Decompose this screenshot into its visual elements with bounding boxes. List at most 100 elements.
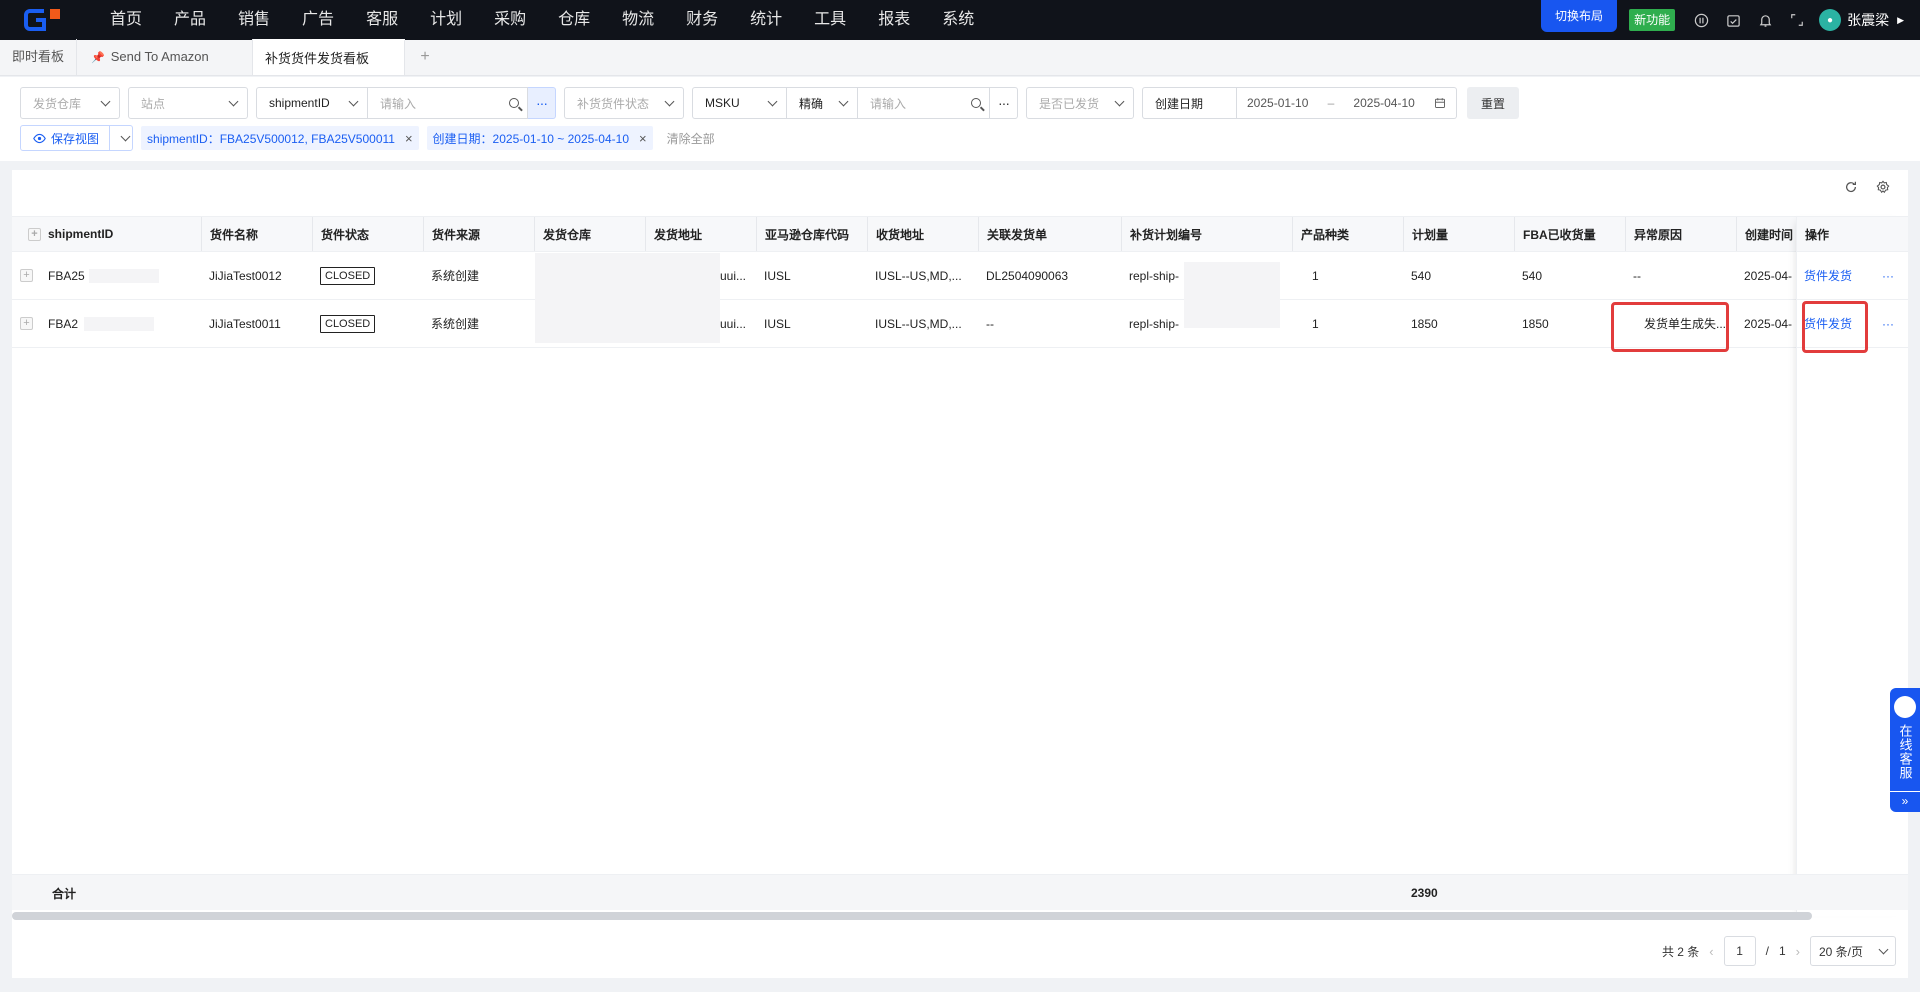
save-view-main[interactable]: 保存视图: [21, 126, 111, 150]
header-status[interactable]: 货件状态: [312, 217, 423, 251]
tab-instant-board[interactable]: 即时看板: [0, 39, 78, 75]
horizontal-scrollbar[interactable]: [12, 912, 1812, 920]
match-mode-label: 精确: [799, 96, 824, 111]
header-received[interactable]: FBA已收货量: [1514, 217, 1625, 251]
more-options-button[interactable]: ···: [990, 87, 1018, 119]
nav-reports[interactable]: 报表: [862, 0, 926, 40]
expand-row-icon[interactable]: +: [20, 317, 33, 330]
cell-exception: --: [1633, 268, 1641, 283]
more-actions-icon[interactable]: ···: [1882, 317, 1894, 331]
date-range-picker[interactable]: 2025-01-10 – 2025-04-10: [1237, 87, 1457, 119]
match-mode-select[interactable]: 精确: [787, 87, 858, 119]
cell-status: CLOSED: [312, 300, 423, 347]
warehouse-select[interactable]: 发货仓库: [20, 87, 120, 119]
nav-purchase[interactable]: 采购: [478, 0, 542, 40]
nav-home[interactable]: 首页: [94, 0, 158, 40]
shipped-select[interactable]: 是否已发货: [1026, 87, 1134, 119]
status-badge: CLOSED: [320, 266, 376, 285]
nav-warehouse[interactable]: 仓库: [542, 0, 606, 40]
chevron-down-icon: [1114, 96, 1125, 106]
warehouse-placeholder: 发货仓库: [33, 96, 82, 111]
nav-service[interactable]: 客服: [350, 0, 414, 40]
cell-sku-types: 1: [1312, 316, 1319, 331]
date-from: 2025-01-10: [1247, 96, 1309, 110]
header-created[interactable]: 创建时间: [1736, 217, 1796, 251]
cell-plan-no[interactable]: repl-ship-: [1121, 252, 1191, 299]
close-icon[interactable]: ×: [639, 131, 647, 146]
cell-sku-types: 1: [1312, 268, 1319, 283]
msku-field-select[interactable]: MSKU: [692, 87, 787, 119]
nav-statistics[interactable]: 统计: [734, 0, 798, 40]
more-actions-icon[interactable]: ···: [1882, 269, 1894, 283]
status-select[interactable]: 补货货件状态: [564, 87, 684, 119]
header-plan-no[interactable]: 补货计划编号: [1121, 217, 1292, 251]
search-icon: [971, 98, 981, 108]
msku-search-input[interactable]: 请输入: [858, 87, 990, 119]
site-select[interactable]: 站点: [128, 87, 248, 119]
collapse-icon[interactable]: »: [1890, 791, 1920, 808]
header-ship-to[interactable]: 收货地址: [867, 217, 978, 251]
next-page-icon[interactable]: ›: [1796, 944, 1800, 959]
expand-row-icon[interactable]: +: [20, 269, 33, 282]
calendar-check-icon[interactable]: [1717, 0, 1749, 40]
nav-logistics[interactable]: 物流: [606, 0, 670, 40]
header-sku-types[interactable]: 产品种类: [1292, 217, 1403, 251]
cell-plan-no[interactable]: repl-ship-: [1121, 300, 1191, 347]
header-source[interactable]: 货件来源: [423, 217, 534, 251]
nav-sales[interactable]: 销售: [222, 0, 286, 40]
fullscreen-icon[interactable]: [1781, 0, 1813, 40]
redacted-block: [88, 268, 159, 283]
service-label: 在线客服: [1897, 724, 1913, 780]
save-view-button[interactable]: 保存视图: [20, 125, 134, 151]
tab-replenish-board[interactable]: 补货货件发货看板: [253, 39, 406, 75]
date-field-select[interactable]: 创建日期: [1142, 87, 1237, 119]
main-menu: 首页 产品 销售 广告 客服 计划 采购 仓库 物流 财务 统计 工具 报表 系…: [94, 0, 990, 40]
close-icon[interactable]: ×: [405, 131, 413, 146]
current-page-input[interactable]: 1: [1723, 936, 1756, 966]
header-fc-code[interactable]: 亚马逊仓库代码: [756, 217, 867, 251]
nav-ads[interactable]: 广告: [286, 0, 350, 40]
new-feature-badge[interactable]: 新功能: [1629, 9, 1676, 31]
app-logo[interactable]: [14, 0, 74, 40]
table-panel: + shipmentID 货件名称 货件状态 货件来源 发货仓库 发货地址 亚马…: [12, 170, 1908, 978]
nav-plan[interactable]: 计划: [414, 0, 478, 40]
user-menu[interactable]: ● 张震梁 ▶: [1819, 9, 1904, 31]
shipment-field-select[interactable]: shipmentID: [256, 87, 368, 119]
header-exception[interactable]: 异常原因: [1625, 217, 1736, 251]
nav-product[interactable]: 产品: [158, 0, 222, 40]
ship-shipment-link[interactable]: 货件发货: [1804, 267, 1852, 284]
nav-finance[interactable]: 财务: [670, 0, 734, 40]
pause-circle-icon[interactable]: [1685, 0, 1717, 40]
chevron-down-icon: [120, 131, 130, 141]
header-warehouse[interactable]: 发货仓库: [534, 217, 645, 251]
clear-all-link[interactable]: 清除全部: [667, 130, 715, 147]
nav-tools[interactable]: 工具: [798, 0, 862, 40]
table-toolbar: [1844, 180, 1890, 194]
bell-icon[interactable]: [1749, 0, 1781, 40]
header-name[interactable]: 货件名称: [201, 217, 312, 251]
refresh-icon[interactable]: [1844, 180, 1858, 194]
cell-related-order[interactable]: DL2504090063: [978, 252, 1121, 299]
header-shipment-id[interactable]: shipmentID: [40, 217, 164, 251]
header-address[interactable]: 发货地址: [645, 217, 756, 251]
header-planned[interactable]: 计划量: [1403, 217, 1514, 251]
prev-page-icon[interactable]: ‹: [1709, 944, 1713, 959]
more-options-button[interactable]: ···: [528, 87, 556, 119]
nav-system[interactable]: 系统: [926, 0, 990, 40]
online-service-widget[interactable]: 在线客服 »: [1890, 688, 1920, 812]
header-related-order[interactable]: 关联发货单: [978, 217, 1121, 251]
reset-button[interactable]: 重置: [1467, 87, 1520, 119]
shipment-search-input[interactable]: 请输入: [368, 87, 528, 119]
cell-shipment-id[interactable]: FBA25: [40, 252, 180, 299]
add-tab-button[interactable]: +: [405, 39, 445, 75]
tab-send-to-amazon[interactable]: 📌 Send To Amazon: [77, 39, 254, 75]
switch-layout-button[interactable]: 切换布局: [1541, 0, 1618, 32]
filter-chip-date: 创建日期：2025-01-10 ~ 2025-04-10 ×: [426, 126, 653, 150]
save-view-dropdown[interactable]: [110, 131, 132, 141]
chevron-down-icon: [228, 96, 239, 106]
cell-fc-code: IUSL: [764, 268, 791, 283]
gear-icon[interactable]: [1876, 180, 1890, 194]
cell-shipment-id[interactable]: FBA2: [40, 300, 180, 347]
filter-row-2: 保存视图 shipmentID：FBA25V500012, FBA25V5000…: [20, 125, 715, 151]
page-size-select[interactable]: 20 条/页: [1810, 936, 1896, 966]
